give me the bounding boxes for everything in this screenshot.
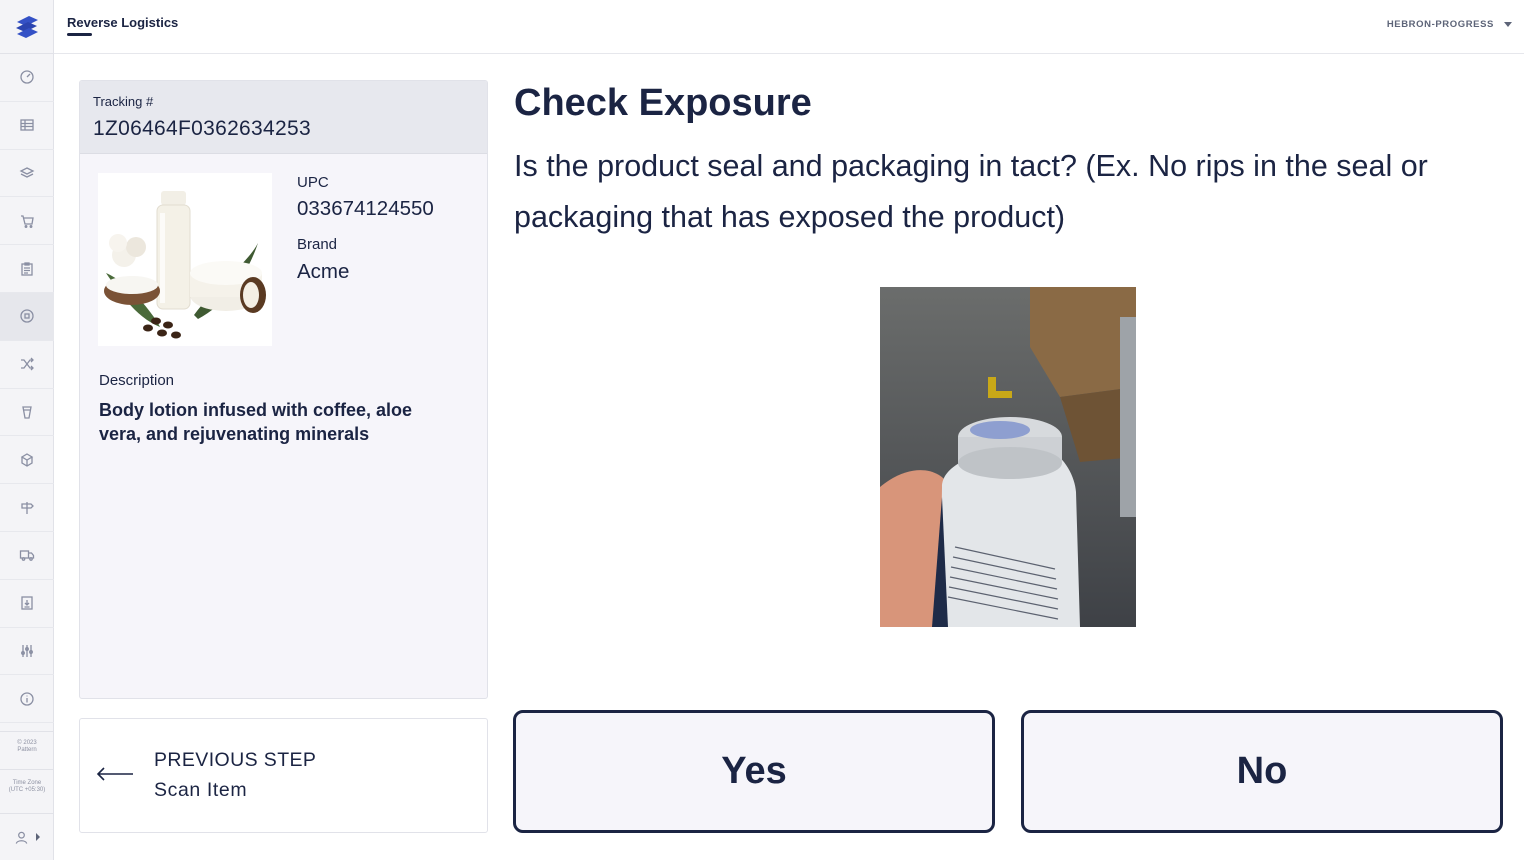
sidebar-item-dashboard[interactable]	[0, 54, 54, 102]
sidebar-nav	[0, 54, 54, 724]
table-icon	[20, 119, 34, 131]
yes-button[interactable]: Yes	[513, 710, 995, 833]
user-menu-button[interactable]	[0, 813, 54, 860]
logo-icon	[16, 15, 38, 38]
tracking-section: Tracking # 1Z06464F0362634253	[80, 81, 487, 154]
brand-value: Acme	[297, 260, 350, 283]
sidebar-item-boxes[interactable]	[0, 436, 54, 485]
sidebar-item-truck[interactable]	[0, 532, 54, 580]
upc-label: UPC	[297, 174, 329, 191]
app-title[interactable]: Reverse Logistics	[67, 15, 178, 30]
sidebar-item-layers[interactable]	[0, 150, 54, 198]
sidebar-item-cart[interactable]	[0, 197, 54, 246]
boxes-icon	[20, 453, 34, 467]
chevron-down-icon	[1504, 22, 1512, 27]
cup-icon	[22, 406, 32, 419]
info-icon	[20, 692, 34, 706]
cart-icon	[21, 215, 34, 228]
facility-name: HEBRON-PROGRESS	[1386, 19, 1494, 30]
arrow-left-icon	[96, 767, 133, 781]
sliders-icon	[21, 644, 33, 657]
previous-step-name: Scan Item	[154, 779, 248, 801]
brand-label: Brand	[297, 236, 338, 253]
sidebar-item-document[interactable]	[0, 580, 54, 628]
clipboard-icon	[21, 261, 33, 276]
sidebar-item-table[interactable]	[0, 102, 54, 150]
shuffle-icon	[21, 357, 34, 371]
copyright: © 2023 Pattern	[0, 731, 54, 769]
dashboard-icon	[20, 70, 34, 85]
caret-right-icon	[35, 833, 40, 841]
product-image	[98, 173, 272, 346]
sidebar-item-clipboard[interactable]	[0, 245, 54, 293]
product-photo	[880, 287, 1136, 627]
sidebar-item-cup[interactable]	[0, 389, 54, 437]
sidebar-item-info[interactable]	[0, 675, 54, 724]
sidebar-item-signpost[interactable]	[0, 484, 54, 532]
description-label: Description	[99, 372, 175, 389]
previous-step-label: PREVIOUS STEP	[154, 749, 317, 771]
sidebar: © 2023 Pattern Time Zone (UTC +05:30)	[0, 0, 54, 860]
bottle-photo	[880, 287, 1136, 627]
product-illustration	[98, 173, 272, 346]
item-details-card: Tracking # 1Z06464F0362634253 UPC 033674…	[79, 80, 488, 699]
upc-value: 033674124550	[297, 197, 434, 220]
sidebar-item-shuffle[interactable]	[0, 341, 54, 389]
tracking-number: 1Z06464F0362634253	[93, 117, 311, 140]
facility-selector[interactable]: HEBRON-PROGRESS	[1387, 19, 1512, 30]
app-logo[interactable]	[0, 0, 54, 54]
description-value: Body lotion infused with coffee, aloe ve…	[99, 400, 413, 444]
app-title-underline	[67, 33, 92, 36]
layers-icon	[19, 167, 35, 178]
returns-icon	[20, 309, 34, 324]
user-icon	[15, 831, 27, 844]
top-bar: Reverse Logistics HEBRON-PROGRESS	[54, 0, 1524, 54]
question-title: Check Exposure	[514, 82, 812, 124]
timezone: Time Zone (UTC +05:30)	[0, 769, 54, 813]
previous-step-button[interactable]: PREVIOUS STEP Scan Item	[79, 718, 488, 833]
signpost-icon	[21, 501, 34, 514]
no-button[interactable]: No	[1021, 710, 1503, 833]
question-text: Is the product seal and packaging in tac…	[514, 149, 1428, 234]
truck-icon	[19, 550, 35, 562]
sidebar-item-settings[interactable]	[0, 628, 54, 676]
sidebar-item-returns[interactable]	[0, 292, 54, 341]
document-icon	[21, 596, 33, 610]
tracking-label: Tracking #	[93, 94, 154, 109]
